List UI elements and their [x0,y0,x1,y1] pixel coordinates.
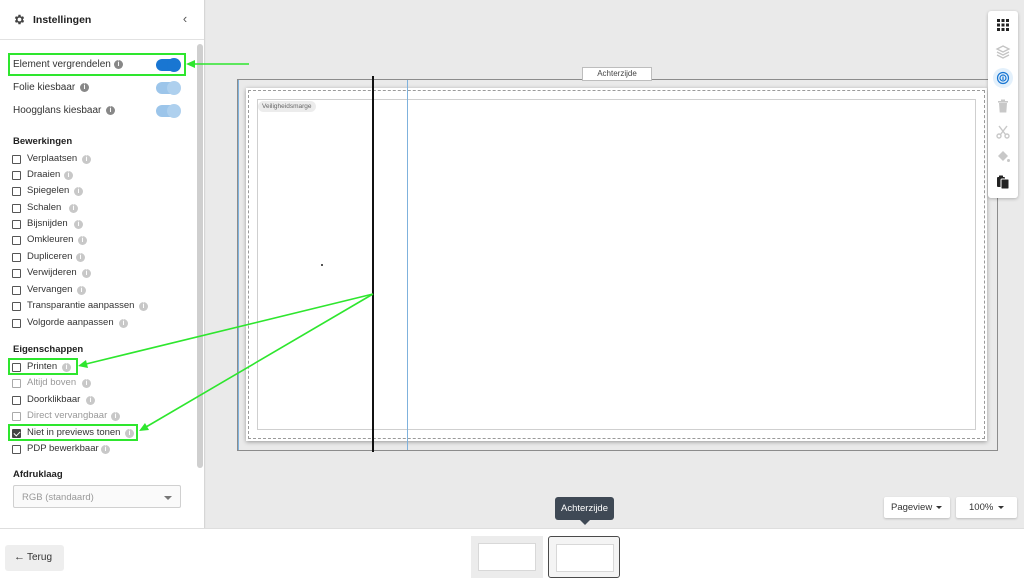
annotation-arrows [78,60,374,431]
